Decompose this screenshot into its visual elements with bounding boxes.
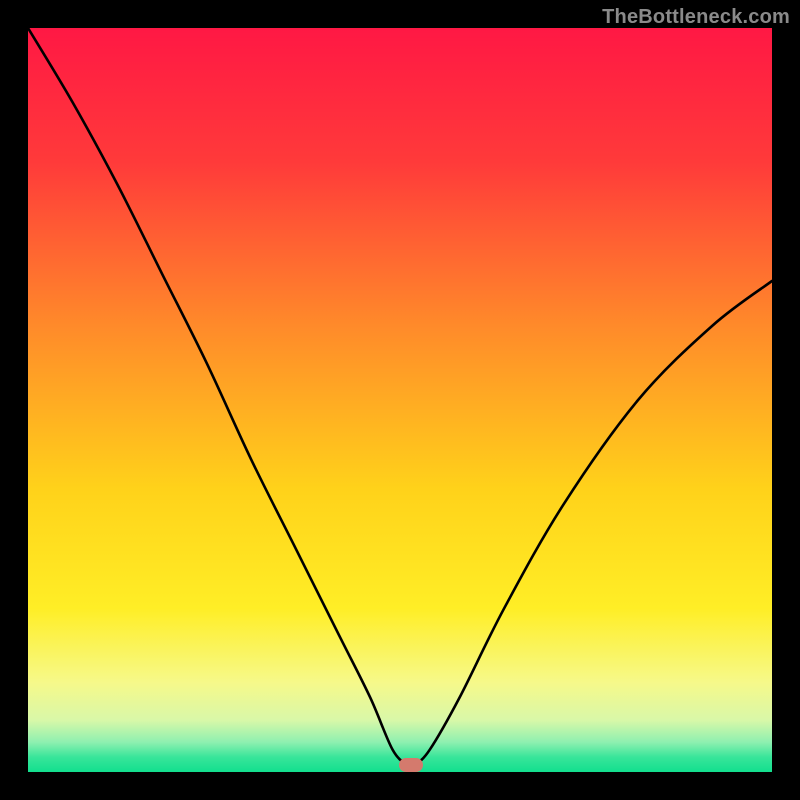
chart-stage: TheBottleneck.com <box>0 0 800 800</box>
optimum-marker <box>399 758 423 772</box>
curve-svg <box>28 28 772 772</box>
watermark-text: TheBottleneck.com <box>602 6 790 29</box>
bottleneck-curve <box>28 28 772 766</box>
plot-area <box>28 28 772 772</box>
